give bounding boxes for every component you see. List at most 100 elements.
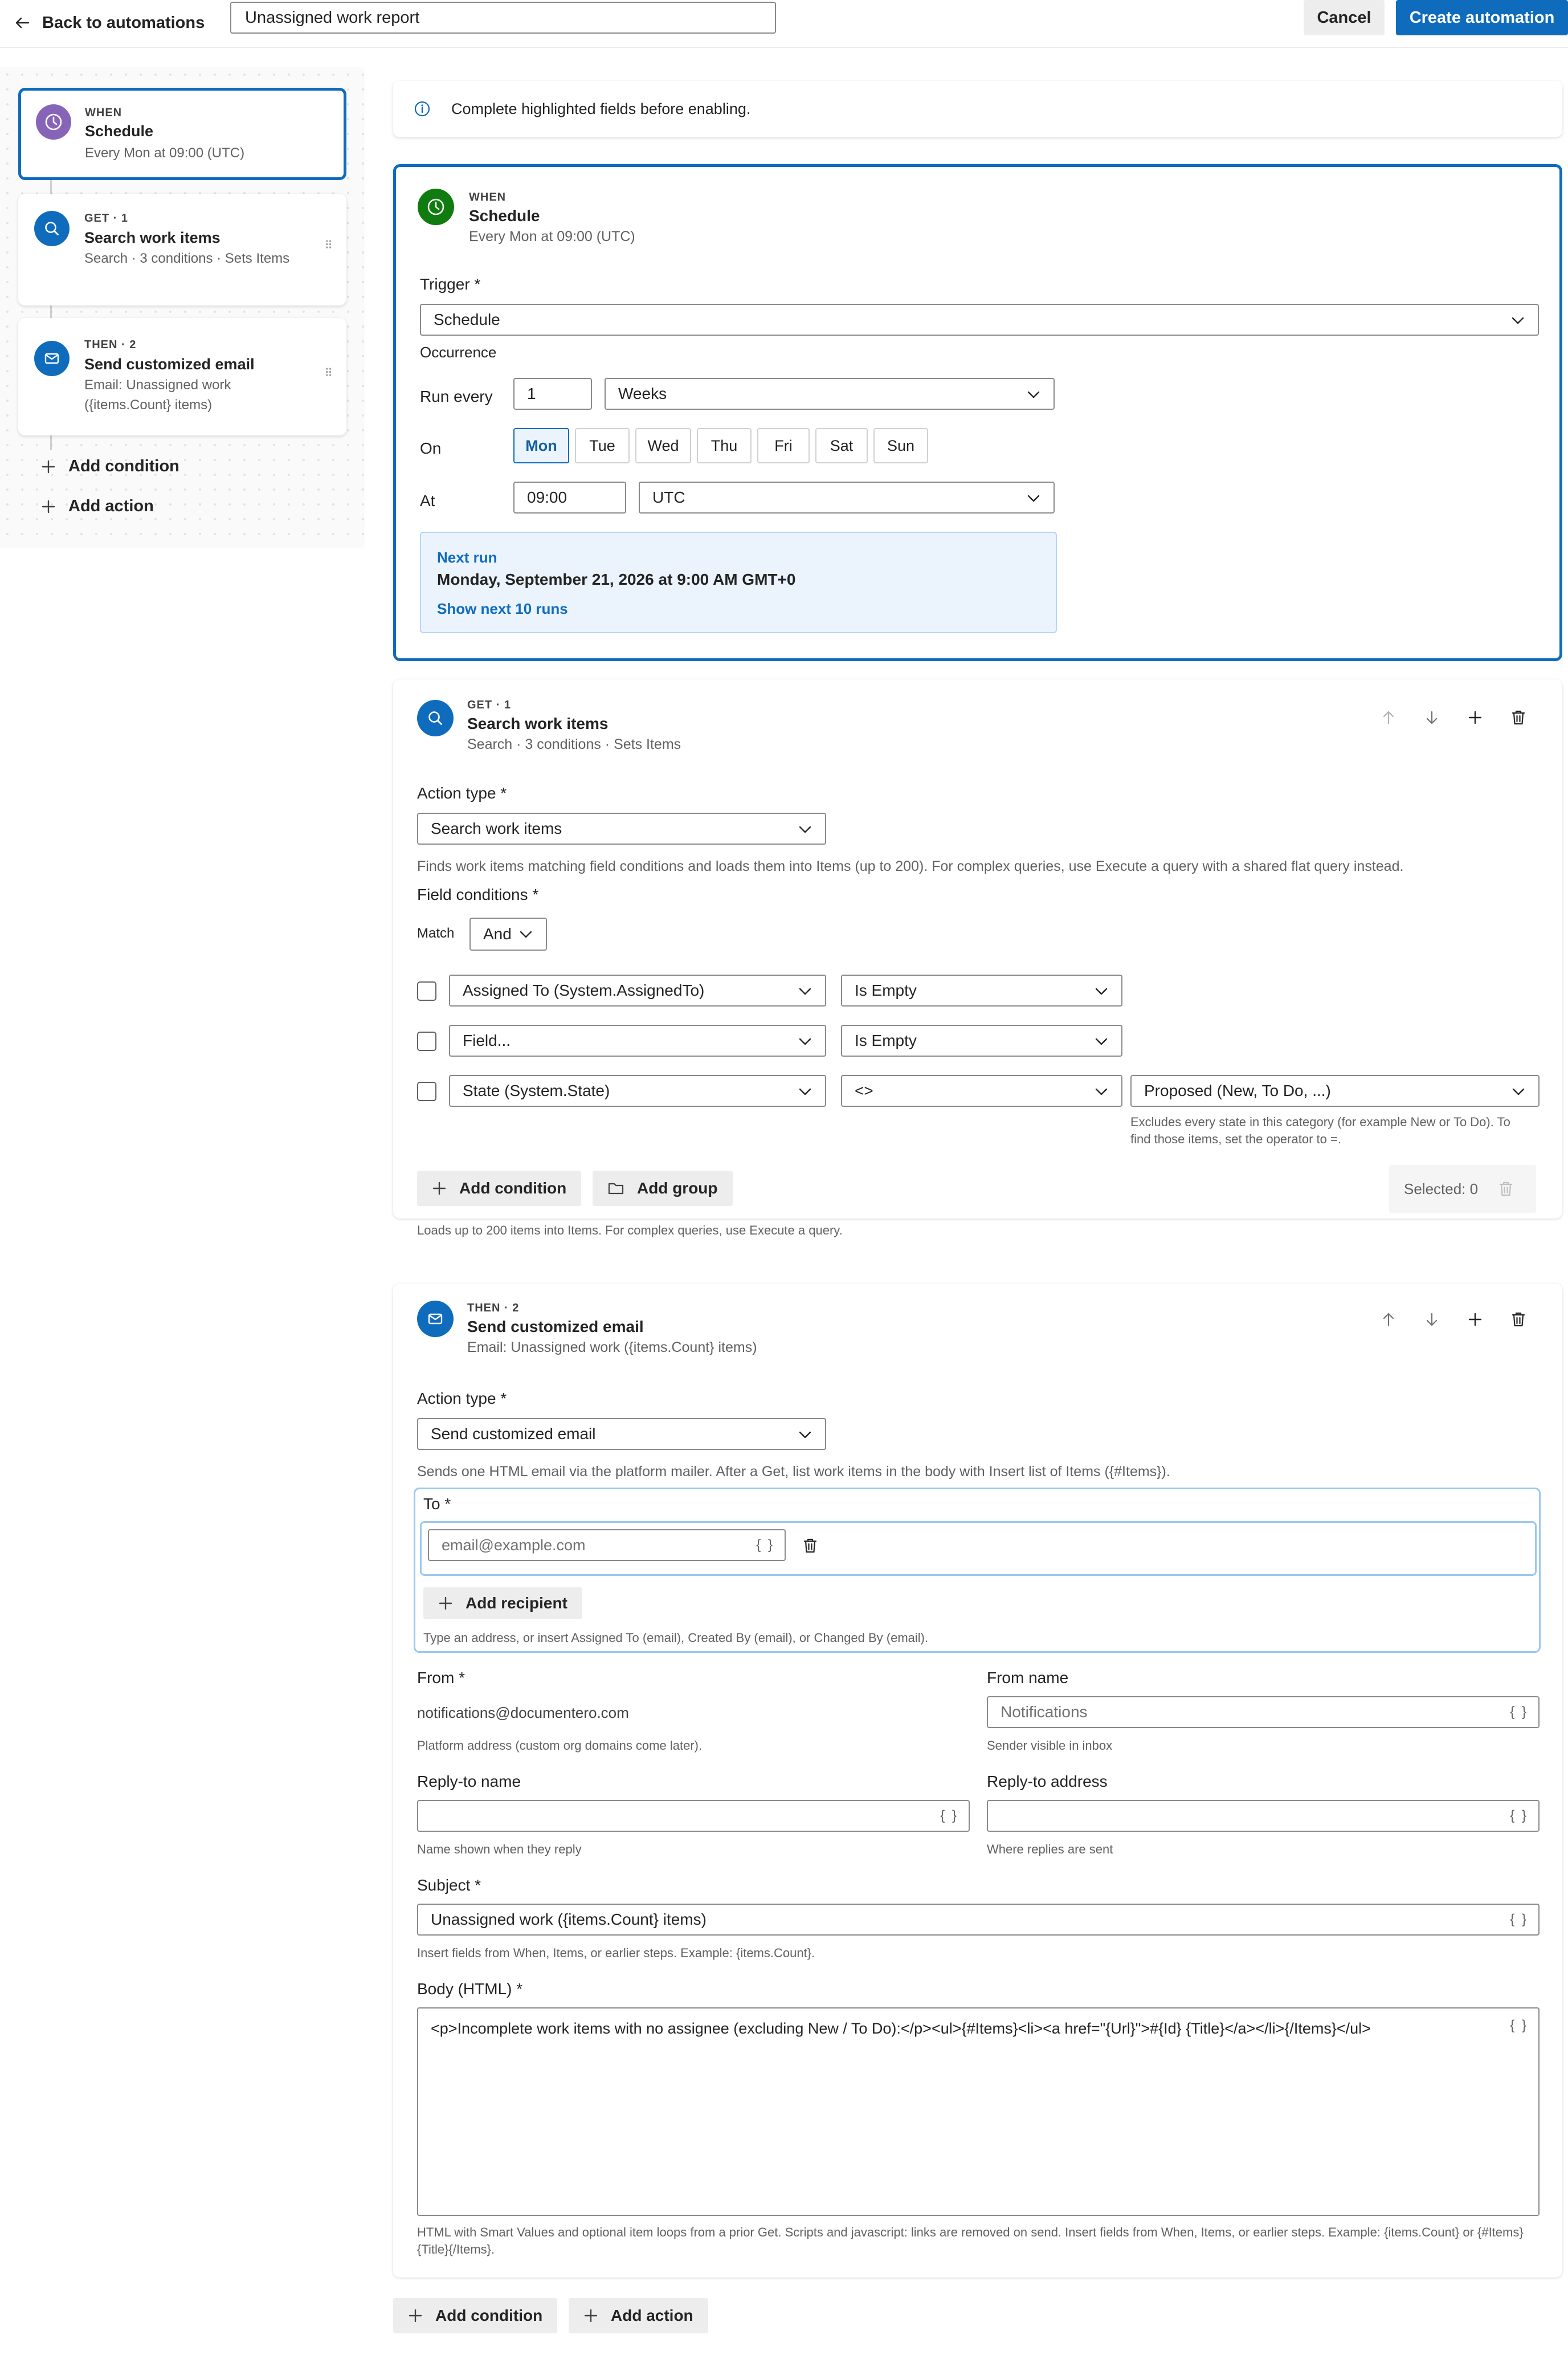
footer-add-condition-button[interactable]: Add condition — [393, 2298, 558, 2333]
action-type-value: Send customized email — [431, 1425, 596, 1443]
subject-value: Unassigned work ({items.Count} items) — [431, 1910, 707, 1928]
run-every-unit-select[interactable]: Weeks — [605, 378, 1055, 410]
next-run-panel: Next run Monday, September 21, 2026 at 9… — [420, 532, 1057, 633]
move-up-button[interactable] — [1375, 704, 1402, 731]
step-kicker: THEN · 2 — [84, 339, 137, 351]
condition-operator-select[interactable]: <> — [841, 1075, 1122, 1107]
insert-field-icon[interactable]: { } — [1510, 2018, 1528, 2034]
subject-label: Subject * — [417, 1876, 481, 1894]
action-type-help: Sends one HTML email via the platform ma… — [417, 1464, 1170, 1480]
delete-step-button[interactable] — [1505, 704, 1532, 731]
add-group-button[interactable]: Add group — [593, 1171, 733, 1206]
day-toggle-tue[interactable]: Tue — [575, 428, 630, 463]
sidebar-step-get[interactable]: GET · 1 Search work items Search · 3 con… — [18, 194, 346, 305]
reply-name-input[interactable]: { } — [417, 1800, 970, 1832]
timezone-select[interactable]: UTC — [639, 482, 1055, 514]
trash-icon[interactable] — [1498, 1181, 1513, 1197]
recipient-placeholder: email@example.com — [442, 1536, 586, 1554]
sidebar-step-then[interactable]: THEN · 2 Send customized email Email: Un… — [18, 318, 346, 435]
from-name-input[interactable]: Notifications { } — [987, 1696, 1540, 1728]
day-toggle-sun[interactable]: Sun — [873, 428, 928, 463]
move-up-button[interactable] — [1375, 1306, 1402, 1333]
condition-field-select[interactable]: Field... — [449, 1025, 826, 1057]
clock-icon — [36, 104, 71, 140]
automation-title-input[interactable]: Unassigned work report — [230, 2, 776, 34]
action-type-value: Search work items — [431, 820, 562, 837]
sidebar-add-condition-button[interactable]: Add condition — [41, 457, 179, 476]
trigger-select[interactable]: Schedule — [420, 304, 1539, 336]
add-recipient-button[interactable]: Add recipient — [423, 1587, 582, 1619]
action-type-select[interactable]: Send customized email — [417, 1418, 826, 1450]
subject-input[interactable]: Unassigned work ({items.Count} items) { … — [417, 1904, 1540, 1936]
insert-field-icon[interactable]: { } — [1510, 1704, 1528, 1720]
move-down-button[interactable] — [1419, 704, 1445, 731]
next-run-label: Next run — [437, 549, 497, 566]
add-condition-button[interactable]: Add condition — [417, 1171, 582, 1206]
condition-checkbox[interactable] — [417, 1082, 436, 1101]
info-icon — [414, 100, 431, 117]
add-step-button[interactable] — [1462, 1306, 1488, 1333]
condition-checkbox[interactable] — [417, 1032, 436, 1051]
insert-field-icon[interactable]: { } — [940, 1808, 958, 1824]
add-action-label[interactable]: Add action — [68, 497, 154, 516]
match-value: And — [483, 925, 512, 943]
condition-field-select[interactable]: Assigned To (System.AssignedTo) — [449, 975, 826, 1007]
delete-step-button[interactable] — [1505, 1306, 1532, 1333]
day-toggle-mon[interactable]: Mon — [513, 428, 569, 463]
recipients-section: To * email@example.com { } Add recipient… — [414, 1488, 1541, 1653]
search-icon — [34, 211, 70, 246]
card-title: Schedule — [469, 207, 540, 225]
condition-operator-select[interactable]: Is Empty — [841, 975, 1122, 1007]
banner-text: Complete highlighted fields before enabl… — [451, 100, 751, 117]
selected-count-panel: Selected: 0 — [1389, 1165, 1536, 1213]
drag-handle-icon[interactable]: ⠿ — [324, 368, 333, 379]
insert-field-icon[interactable]: { } — [756, 1537, 774, 1553]
card-kicker: THEN · 2 — [467, 1302, 520, 1314]
back-to-automations-link[interactable]: Back to automations — [15, 7, 205, 39]
action-type-select[interactable]: Search work items — [417, 813, 826, 845]
add-recipient-label: Add recipient — [466, 1594, 567, 1612]
day-toggle-thu[interactable]: Thu — [697, 428, 752, 463]
footer-add-action-button[interactable]: Add action — [569, 2298, 708, 2333]
condition-field-select[interactable]: State (System.State) — [449, 1075, 826, 1107]
drag-handle-icon[interactable]: ⠿ — [324, 240, 333, 251]
move-down-button[interactable] — [1419, 1306, 1445, 1333]
remove-recipient-button[interactable] — [797, 1533, 823, 1559]
recipient-email-input[interactable]: email@example.com { } — [428, 1529, 786, 1561]
day-toggle-sat[interactable]: Sat — [815, 428, 868, 463]
cancel-button[interactable]: Cancel — [1304, 0, 1385, 35]
show-next-runs-link[interactable]: Show next 10 runs — [437, 600, 568, 618]
create-automation-button[interactable]: Create automation — [1396, 0, 1568, 35]
from-name-placeholder: Notifications — [1001, 1703, 1088, 1721]
run-every-input[interactable]: 1 — [513, 378, 592, 410]
sidebar-add-action-button[interactable]: Add action — [41, 497, 154, 516]
body-textarea[interactable]: <p>Incomplete work items with no assigne… — [417, 2007, 1540, 2216]
match-select[interactable]: And — [469, 918, 547, 951]
step-kicker: WHEN — [85, 107, 122, 119]
sidebar-step-when[interactable]: WHEN Schedule Every Mon at 09:00 (UTC) — [18, 88, 346, 180]
chevron-down-icon — [1026, 388, 1041, 401]
day-toggle-fri[interactable]: Fri — [757, 428, 810, 463]
mail-icon — [34, 341, 70, 376]
condition-operator-select[interactable]: Is Empty — [841, 1025, 1122, 1057]
arrow-left-icon — [15, 15, 30, 30]
time-input[interactable]: 09:00 — [513, 482, 626, 514]
then-card[interactable]: THEN · 2 Send customized email Email: Un… — [393, 1284, 1562, 2278]
selected-count: Selected: 0 — [1404, 1180, 1479, 1197]
flow-connector — [50, 305, 52, 318]
insert-field-icon[interactable]: { } — [1510, 1808, 1528, 1824]
day-toggle-wed[interactable]: Wed — [635, 428, 691, 463]
add-step-button[interactable] — [1462, 704, 1488, 731]
chevron-down-icon — [1094, 1035, 1109, 1048]
reply-address-input[interactable]: { } — [987, 1800, 1540, 1832]
add-condition-label[interactable]: Add condition — [68, 457, 179, 476]
insert-field-icon[interactable]: { } — [1510, 1912, 1528, 1928]
get-card[interactable]: GET · 1 Search work items Search · 3 con… — [393, 679, 1562, 1237]
when-card[interactable]: WHEN Schedule Every Mon at 09:00 (UTC) T… — [393, 164, 1562, 661]
condition-checkbox[interactable] — [417, 981, 436, 1001]
folder-icon — [607, 1181, 624, 1196]
plus-icon — [408, 2308, 423, 2323]
from-help: Platform address (custom org domains com… — [417, 1738, 703, 1753]
back-label[interactable]: Back to automations — [42, 14, 205, 32]
condition-value-select[interactable]: Proposed (New, To Do, ...) — [1130, 1075, 1540, 1107]
